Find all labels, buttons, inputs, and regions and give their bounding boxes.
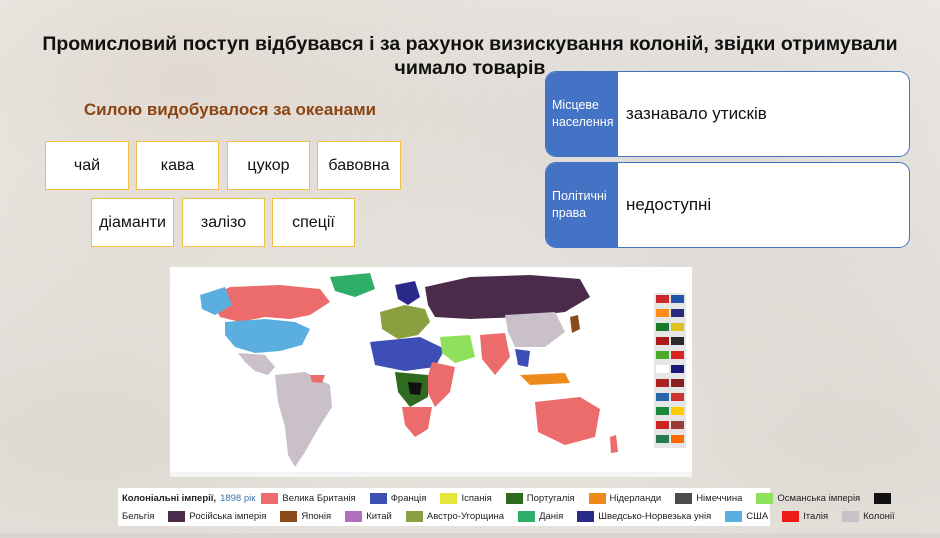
flag-icon	[656, 393, 669, 401]
legend-item: Колонії	[842, 510, 899, 522]
legend-item: Шведсько-Норвезька унія	[577, 510, 715, 522]
flag-icon	[671, 435, 684, 443]
flag-icon	[656, 379, 669, 387]
map-region-arabia	[440, 335, 475, 363]
legend-item: Португалія	[505, 492, 579, 504]
info-card-value: недоступні	[626, 195, 712, 214]
legend-row-1: Колоніальні імперії, 1898 рік Велика Бри…	[122, 490, 901, 506]
goods-item-tea: чай	[45, 141, 129, 190]
legend-item: США	[725, 510, 772, 522]
flag-icon	[671, 351, 684, 359]
map-region-japan	[570, 315, 580, 333]
legend-swatch	[874, 492, 892, 504]
map-legend: Колоніальні імперії, 1898 рік Велика Бри…	[118, 488, 895, 526]
legend-swatch	[440, 492, 458, 504]
goods-item-iron: залізо	[182, 198, 265, 247]
flag-icon	[671, 323, 684, 331]
legend-swatch	[280, 510, 298, 522]
legend-swatch	[725, 510, 743, 522]
map-region-indochina	[515, 349, 530, 367]
flag-icon	[671, 309, 684, 317]
flags-column	[654, 293, 686, 448]
legend-swatch	[675, 492, 693, 504]
legend-item: Іспанія	[440, 492, 495, 504]
colonial-world-map	[170, 267, 692, 477]
goods-item-diamonds: діаманти	[91, 198, 174, 247]
flag-icon	[656, 421, 669, 429]
legend-row-2: Бельгія Російська імперія Японія Китай А…	[122, 508, 909, 524]
legend-swatch	[369, 492, 387, 504]
map-region-indonesia	[520, 373, 570, 385]
goods-item-cotton: бавовна	[317, 141, 401, 190]
flag-icon	[671, 365, 684, 373]
legend-item: Японія	[280, 510, 335, 522]
info-card-label: Політичні права	[546, 163, 618, 247]
legend-swatch	[505, 492, 523, 504]
legend-swatch	[168, 510, 186, 522]
legend-swatch	[261, 492, 279, 504]
legend-year: 1898 рік	[220, 492, 256, 504]
legend-swatch	[782, 510, 800, 522]
world-map-image	[170, 273, 692, 477]
map-region-mexico	[238, 353, 275, 375]
goods-item-sugar: цукор	[227, 141, 310, 190]
flag-icon	[671, 421, 684, 429]
legend-item: Данія	[518, 510, 567, 522]
flag-icon	[656, 351, 669, 359]
legend-item: Бельгія	[122, 510, 155, 522]
map-region-australia	[535, 397, 600, 445]
info-card-label: Місцеве населення	[546, 72, 618, 156]
map-region-china	[505, 312, 565, 347]
info-card-rights: Політичні права недоступні	[545, 162, 910, 248]
flag-icon	[671, 393, 684, 401]
legend-swatch	[588, 492, 606, 504]
legend-item: Нідерланди	[588, 492, 666, 504]
legend-item: Китай	[345, 510, 396, 522]
map-region-south-america	[275, 372, 332, 467]
map-region-antarctica-strip	[170, 472, 692, 477]
flag-icon	[656, 435, 669, 443]
legend-item: Російська імперія	[168, 510, 270, 522]
map-region-russia	[425, 275, 590, 319]
map-region-usa	[225, 319, 310, 353]
map-region-greenland	[330, 273, 375, 297]
map-region-scandinavia	[395, 281, 420, 305]
flag-icon	[671, 379, 684, 387]
flag-icon	[656, 337, 669, 345]
flag-icon	[656, 323, 669, 331]
info-card-population: Місцеве населення зазнавало утисків	[545, 71, 910, 157]
flag-icon	[671, 295, 684, 303]
legend-item: Австро-Угорщина	[405, 510, 508, 522]
goods-item-spices: спеції	[272, 198, 355, 247]
legend-item: Велика Британія	[261, 492, 359, 504]
flag-icon	[656, 365, 669, 373]
legend-swatch	[345, 510, 363, 522]
map-region-new-zealand	[610, 435, 618, 453]
flag-icon	[671, 337, 684, 345]
legend-swatch	[577, 510, 595, 522]
slide-subtitle: Силою видобувалося за океанами	[83, 100, 377, 119]
map-region-europe	[380, 305, 430, 339]
legend-item: Німеччина	[675, 492, 746, 504]
legend-item: Італія	[782, 510, 832, 522]
info-card-value: зазнавало утисків	[626, 104, 767, 123]
legend-item	[874, 492, 892, 504]
legend-title: Колоніальні імперії,	[122, 492, 217, 504]
bottom-bar	[0, 533, 940, 538]
legend-swatch	[756, 492, 774, 504]
legend-item: Османська імперія	[756, 492, 864, 504]
legend-swatch	[842, 510, 860, 522]
goods-item-coffee: кава	[136, 141, 219, 190]
legend-swatch	[518, 510, 536, 522]
map-region-africa-south	[402, 407, 432, 437]
legend-swatch	[405, 510, 423, 522]
flag-icon	[656, 407, 669, 415]
flag-icon	[656, 309, 669, 317]
flag-icon	[656, 295, 669, 303]
map-region-congo	[408, 382, 422, 395]
map-region-india	[480, 333, 510, 375]
flag-icon	[671, 407, 684, 415]
legend-item: Франція	[369, 492, 431, 504]
map-region-africa-east	[425, 362, 455, 407]
